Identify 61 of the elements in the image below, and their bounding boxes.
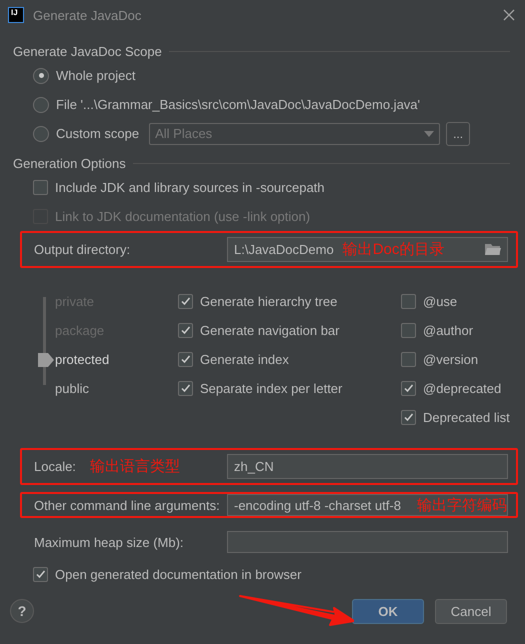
field-label: Output directory: (34, 242, 130, 257)
help-button[interactable]: ? (10, 599, 34, 623)
checkbox-label: @use (423, 294, 458, 309)
app-logo: IJ (8, 7, 24, 23)
checkbox[interactable] (178, 294, 193, 309)
checkbox[interactable] (33, 180, 48, 195)
checkbox-label: Separate index per letter (200, 381, 342, 396)
annotation-note: 输出语言类型 (90, 457, 180, 476)
checkbox-label: @author (423, 323, 474, 338)
radio-button[interactable] (33, 68, 49, 84)
checkbox[interactable] (33, 567, 48, 582)
checkbox[interactable] (401, 381, 416, 396)
input-field[interactable]: L:\JavaDocDemo 输出Doc的目录 (227, 237, 508, 262)
check-icon (34, 568, 47, 581)
field-label: Other command line arguments: (34, 498, 220, 512)
checkbox[interactable] (401, 294, 416, 309)
visibility-option[interactable]: public (55, 374, 178, 403)
checkbox[interactable] (178, 381, 193, 396)
check-icon (179, 295, 192, 308)
check-icon (179, 353, 192, 366)
check-icon (402, 382, 415, 395)
input-field[interactable]: zh_CN (227, 454, 508, 479)
checkbox[interactable] (401, 352, 416, 367)
checkbox-label: Include JDK and library sources in -sourcepath (55, 180, 325, 195)
checkbox-label: Generate index (200, 352, 289, 367)
radio-label: Whole project (56, 68, 136, 83)
radio-button[interactable] (33, 126, 49, 142)
visibility-option[interactable]: protected (55, 345, 178, 374)
checkbox-label: Generate hierarchy tree (200, 294, 338, 309)
section-title: Generate JavaDoc Scope (13, 44, 162, 58)
folder-icon[interactable] (485, 243, 501, 256)
caret-icon (424, 130, 434, 136)
close-icon[interactable] (503, 9, 515, 21)
checkbox[interactable] (401, 323, 416, 338)
check-icon (179, 382, 192, 395)
checkbox-label: Deprecated list (423, 410, 510, 425)
checkbox-label: Open generated documentation in browser (55, 567, 302, 582)
checkbox-label: @version (423, 352, 478, 367)
slider-thumb[interactable] (38, 353, 54, 367)
checkbox-label: Link to JDK documentation (use -link option) (55, 209, 310, 224)
checkbox-label: Generate navigation bar (200, 323, 340, 338)
section-title: Generation Options (13, 156, 126, 170)
annotation-note: 输出字符编码 (417, 496, 507, 515)
window-title: Generate JavaDoc (33, 8, 142, 22)
cancel-button[interactable]: Cancel (435, 598, 507, 624)
input-field[interactable] (227, 531, 508, 553)
field-label: Locale: (34, 459, 76, 474)
radio-button[interactable] (33, 96, 49, 112)
checkbox-label: @deprecated (423, 381, 502, 396)
check-icon (179, 324, 192, 337)
radio-label: File '...\Grammar_Basics\src\com\JavaDoc\JavaDocDemo.java' (56, 97, 420, 112)
annotation-note: 输出Doc的目录 (342, 240, 444, 259)
check-icon (402, 411, 415, 424)
field-label: Maximum heap size (Mb): (34, 534, 184, 550)
ok-button[interactable]: OK (352, 598, 424, 624)
radio-label: Custom scope (56, 126, 140, 141)
input-field[interactable]: -encoding utf-8 -charset utf-8 输出字符编码 (227, 494, 508, 516)
checkbox[interactable] (178, 352, 193, 367)
checkbox[interactable] (401, 410, 416, 425)
checkbox[interactable] (178, 323, 193, 338)
browse-button[interactable]: ... (446, 122, 470, 146)
